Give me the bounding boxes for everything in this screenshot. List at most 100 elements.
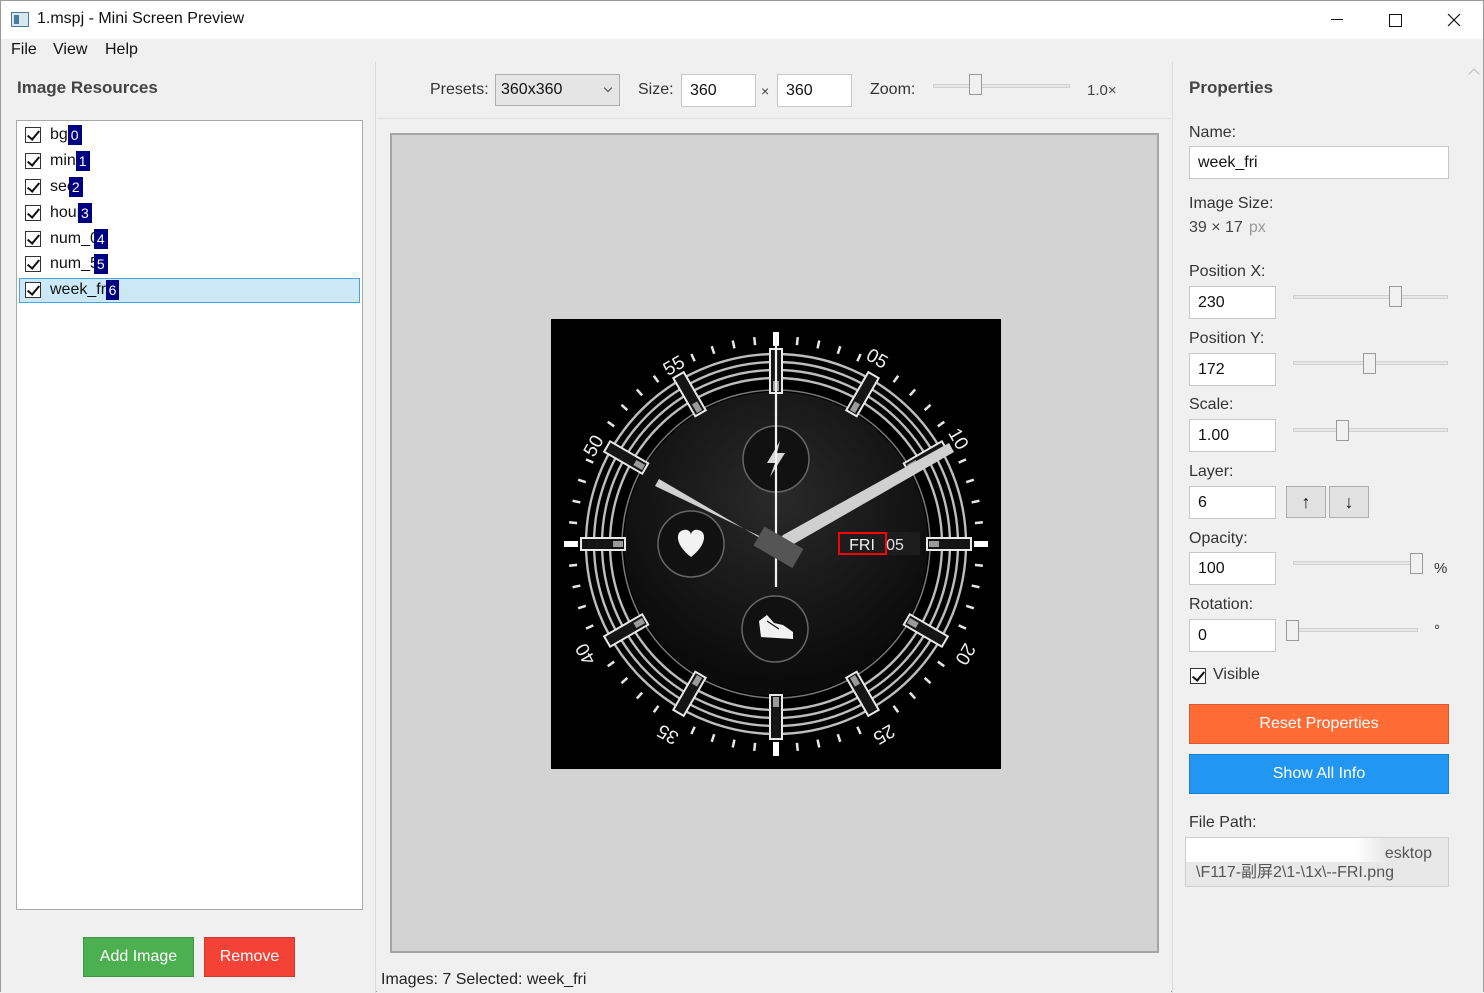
item-name: num_0: [50, 230, 99, 247]
size-label: Size:: [638, 81, 674, 98]
position-y-slider-thumb[interactable]: [1363, 353, 1376, 374]
scale-slider-track[interactable]: [1293, 428, 1448, 432]
minute-label-05: 05: [862, 345, 891, 374]
minute-tick: [816, 739, 821, 748]
minute-tick: [572, 584, 581, 589]
maximize-button[interactable]: [1366, 1, 1424, 39]
title-bar: 1.mspj - Mini Screen Preview: [1, 1, 1483, 39]
zoom-slider-track[interactable]: [933, 84, 1070, 88]
date-number: 05: [886, 537, 904, 554]
scale-input[interactable]: 1.00: [1189, 419, 1276, 452]
position-x-input[interactable]: 230: [1189, 286, 1276, 319]
visibility-checkbox[interactable]: [25, 256, 41, 272]
preview-area: Presets: 360x360 Size: 360 × 360 Zoom: 1…: [377, 62, 1171, 993]
visibility-checkbox[interactable]: [25, 179, 41, 195]
item-name: bg: [50, 126, 68, 143]
minute-tick: [635, 388, 644, 397]
item-index-badge: 1: [75, 151, 90, 171]
remove-button[interactable]: Remove: [204, 937, 295, 977]
minute-tick: [937, 660, 946, 668]
file-path-field[interactable]: esktop \F117-副屏2\1-\1x\--FRI.png: [1185, 837, 1449, 887]
presets-label: Presets:: [430, 81, 489, 98]
panel-title: Image Resources: [17, 78, 158, 97]
layer-input[interactable]: 6: [1189, 486, 1276, 519]
layer-down-button[interactable]: ↓: [1329, 486, 1369, 518]
visibility-checkbox[interactable]: [25, 205, 41, 221]
minute-tick: [620, 403, 629, 412]
properties-scrollbar[interactable]: [1466, 62, 1483, 993]
rotation-slider-thumb[interactable]: [1286, 620, 1299, 641]
item-index-badge: 0: [67, 125, 82, 145]
watch-face-preview[interactable]: 05 10 20 25 35 40 50 55 FRI 05: [551, 319, 1001, 769]
minute-tick: [753, 337, 757, 346]
close-button[interactable]: [1425, 1, 1483, 39]
list-item[interactable]: num_55: [19, 252, 360, 277]
minimize-button[interactable]: [1308, 1, 1366, 39]
visibility-checkbox[interactable]: [25, 231, 41, 247]
name-label: Name:: [1189, 124, 1237, 141]
position-y-input[interactable]: 172: [1189, 353, 1276, 386]
visible-label: Visible: [1213, 666, 1260, 683]
properties-title: Properties: [1189, 78, 1274, 97]
preview-canvas[interactable]: 05 10 20 25 35 40 50 55 FRI 05: [390, 133, 1159, 953]
minute-tick: [710, 345, 716, 355]
opacity-slider-track[interactable]: [1293, 561, 1423, 565]
menu-view[interactable]: View: [53, 41, 87, 59]
list-item[interactable]: min 1: [19, 149, 360, 174]
add-image-button[interactable]: Add Image: [83, 937, 194, 977]
minute-tick: [652, 705, 660, 714]
show-all-info-button[interactable]: Show All Info: [1189, 754, 1449, 794]
image-size-value-row: 39 × 17 px: [1189, 219, 1266, 237]
position-x-slider-track[interactable]: [1293, 295, 1448, 299]
minute-tick: [620, 676, 629, 685]
scale-slider-thumb[interactable]: [1336, 420, 1349, 441]
list-item-selected[interactable]: week_fri6: [19, 278, 360, 303]
position-x-label: Position X:: [1189, 263, 1266, 280]
minute-tick: [892, 374, 900, 383]
scroll-up-arrow-icon[interactable]: [1468, 68, 1480, 80]
list-item[interactable]: sec2: [19, 175, 360, 200]
visibility-checkbox[interactable]: [25, 282, 41, 298]
watch-face-svg: 05 10 20 25 35 40 50 55 FRI 05: [564, 332, 988, 756]
menu-file[interactable]: File: [11, 41, 37, 59]
minute-tick: [753, 742, 757, 751]
presets-value: 360x360: [501, 81, 563, 98]
layer-up-button[interactable]: ↑: [1286, 486, 1326, 518]
minute-tick: [974, 521, 983, 525]
height-input[interactable]: 360: [777, 74, 852, 107]
list-item[interactable]: num_04: [19, 227, 360, 252]
name-input[interactable]: week_fri: [1189, 146, 1449, 179]
minute-tick: [569, 521, 578, 525]
list-item[interactable]: hour3: [19, 201, 360, 226]
zoom-slider-thumb[interactable]: [969, 74, 982, 95]
width-input[interactable]: 360: [681, 74, 756, 107]
heart-subdial: [657, 510, 725, 578]
presets-dropdown[interactable]: 360x360: [495, 74, 620, 106]
menu-help[interactable]: Help: [105, 41, 138, 59]
position-x-slider-thumb[interactable]: [1389, 286, 1402, 307]
app-icon: [11, 12, 29, 27]
visibility-checkbox[interactable]: [25, 153, 41, 169]
opacity-slider-thumb[interactable]: [1410, 553, 1423, 574]
zoom-value: 1.0×: [1087, 82, 1117, 99]
chevron-down-icon: [603, 83, 613, 93]
minute-tick: [908, 388, 917, 397]
minute-tick: [690, 353, 696, 362]
list-item[interactable]: bg 0: [19, 123, 360, 148]
position-y-label: Position Y:: [1189, 330, 1265, 347]
visibility-checkbox[interactable]: [25, 127, 41, 143]
rotation-slider-track[interactable]: [1293, 628, 1418, 632]
item-name: num_5: [50, 255, 99, 272]
rotation-input[interactable]: 0: [1189, 619, 1276, 652]
reset-properties-button[interactable]: Reset Properties: [1189, 704, 1449, 744]
minute-tick: [958, 624, 967, 630]
visible-checkbox[interactable]: [1190, 668, 1206, 684]
minute-tick: [908, 691, 917, 700]
layer-label: Layer:: [1189, 463, 1234, 480]
image-list[interactable]: bg 0 min 1 sec2 hour3 num_04 num_55 week…: [16, 120, 363, 910]
item-name: min: [50, 152, 76, 169]
item-name: week_fri: [50, 281, 110, 298]
opacity-input[interactable]: 100: [1189, 552, 1276, 585]
minute-tick: [577, 478, 587, 484]
menu-bar: File View Help: [1, 39, 1483, 62]
